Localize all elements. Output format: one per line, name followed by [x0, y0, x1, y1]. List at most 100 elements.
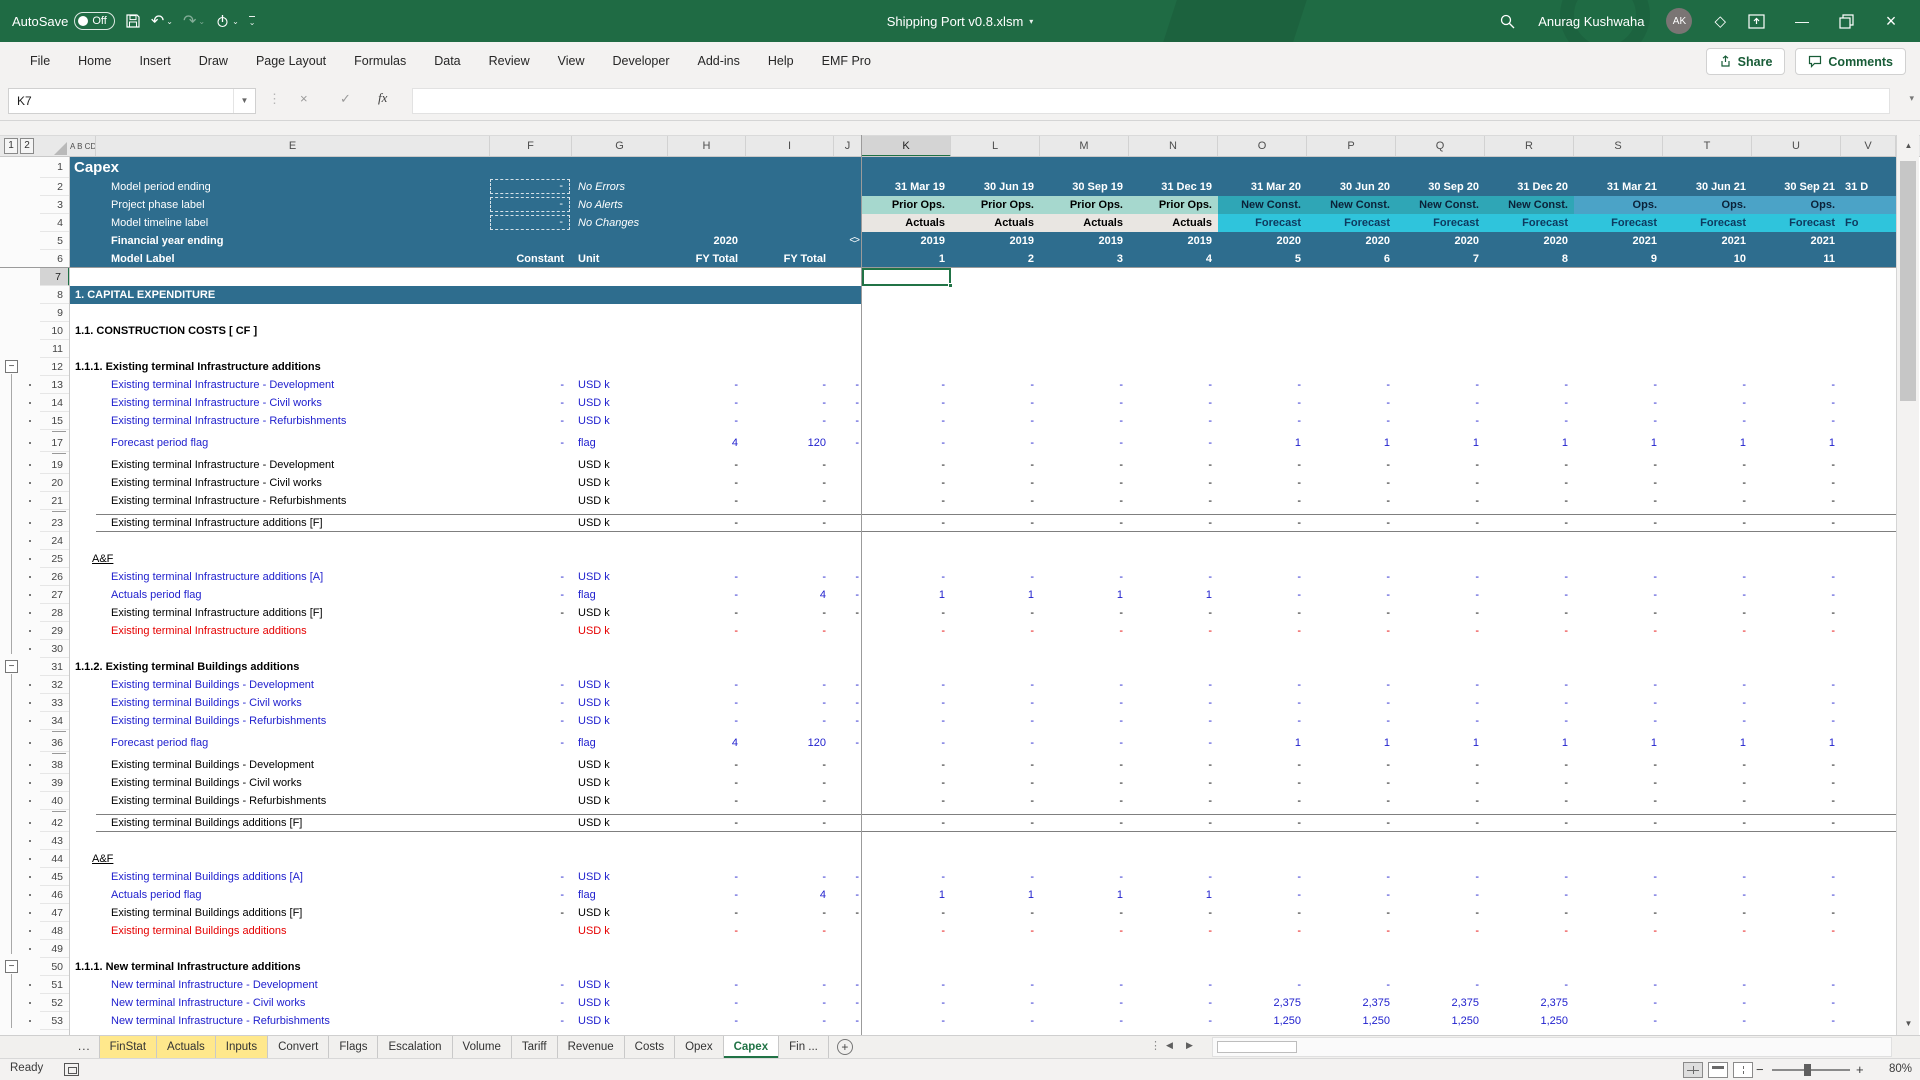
cell-P51[interactable]: -	[1307, 976, 1396, 994]
cell-U13[interactable]: -	[1752, 376, 1841, 394]
cell-T27[interactable]: -	[1663, 586, 1752, 604]
cell-M47[interactable]: -	[1040, 904, 1129, 922]
cell-T36[interactable]: 1	[1663, 734, 1752, 752]
cell-T28[interactable]: -	[1663, 604, 1752, 622]
cell-O3[interactable]: New Const.	[1218, 196, 1307, 214]
cell-M20[interactable]: -	[1040, 474, 1129, 492]
cell-Q46[interactable]: -	[1396, 886, 1485, 904]
cell-H42[interactable]: -	[668, 814, 746, 832]
row-number-13[interactable]: 13	[40, 376, 70, 394]
cell-U28[interactable]: -	[1752, 604, 1841, 622]
cell-U32[interactable]: -	[1752, 676, 1841, 694]
cell-K36[interactable]: -	[862, 734, 951, 752]
cell-F17[interactable]: -	[490, 434, 572, 452]
close-button[interactable]: ×	[1876, 11, 1906, 32]
cell-T40[interactable]: -	[1663, 792, 1752, 810]
cell-N15[interactable]: -	[1129, 412, 1218, 430]
cell-O21[interactable]: -	[1218, 492, 1307, 510]
cell-P45[interactable]: -	[1307, 868, 1396, 886]
cell-I52[interactable]: -	[746, 994, 834, 1012]
cell-S15[interactable]: -	[1574, 412, 1663, 430]
cell-L52[interactable]: -	[951, 994, 1040, 1012]
sheet-tab-finstat[interactable]: FinStat	[100, 1036, 157, 1058]
row-number-25[interactable]: 25	[40, 550, 70, 568]
cell-T52[interactable]: -	[1663, 994, 1752, 1012]
sheet-tab-costs[interactable]: Costs	[625, 1036, 675, 1058]
cell-N32[interactable]: -	[1129, 676, 1218, 694]
cell-P26[interactable]: -	[1307, 568, 1396, 586]
cell-Q15[interactable]: -	[1396, 412, 1485, 430]
row-number-24[interactable]: 24	[40, 532, 70, 550]
cell-Q47[interactable]: -	[1396, 904, 1485, 922]
insert-function-icon[interactable]: fx	[378, 90, 387, 106]
cell-F33[interactable]: -	[490, 694, 572, 712]
cell-R51[interactable]: -	[1485, 976, 1574, 994]
cell-L53[interactable]: -	[951, 1012, 1040, 1030]
cell-I17[interactable]: 120	[746, 434, 834, 452]
cell-H33[interactable]: -	[668, 694, 746, 712]
cell-M33[interactable]: -	[1040, 694, 1129, 712]
cell-K53[interactable]: -	[862, 1012, 951, 1030]
cell-K14[interactable]: -	[862, 394, 951, 412]
cell-H15[interactable]: -	[668, 412, 746, 430]
cell-O36[interactable]: 1	[1218, 734, 1307, 752]
cell-O6[interactable]: 5	[1218, 250, 1307, 268]
sheet-tab-convert[interactable]: Convert	[268, 1036, 329, 1058]
col-header-J[interactable]: J	[834, 136, 862, 157]
name-box[interactable]: K7 ▼	[8, 88, 256, 114]
cell-U39[interactable]: -	[1752, 774, 1841, 792]
cell-T5[interactable]: 2021	[1663, 232, 1752, 250]
scroll-right-icon[interactable]: ▶	[1186, 1040, 1193, 1051]
cell-U36[interactable]: 1	[1752, 734, 1841, 752]
cell-I15[interactable]: -	[746, 412, 834, 430]
cell-H53[interactable]: -	[668, 1012, 746, 1030]
cell-K21[interactable]: -	[862, 492, 951, 510]
cell-Q4[interactable]: Forecast	[1396, 214, 1485, 232]
cell-M40[interactable]: -	[1040, 792, 1129, 810]
cell-S26[interactable]: -	[1574, 568, 1663, 586]
cell-S13[interactable]: -	[1574, 376, 1663, 394]
cell-P6[interactable]: 6	[1307, 250, 1396, 268]
cell-G38[interactable]: USD k	[578, 756, 658, 774]
sheet-tab-tariff[interactable]: Tariff	[512, 1036, 558, 1058]
cell-R39[interactable]: -	[1485, 774, 1574, 792]
cell-L23[interactable]: -	[951, 514, 1040, 532]
col-header-H[interactable]: H	[668, 136, 746, 157]
cell-P36[interactable]: 1	[1307, 734, 1396, 752]
cell-P14[interactable]: -	[1307, 394, 1396, 412]
row-number-44[interactable]: 44	[40, 850, 70, 868]
row-number-33[interactable]: 33	[40, 694, 70, 712]
cell-U34[interactable]: -	[1752, 712, 1841, 730]
cell-P27[interactable]: -	[1307, 586, 1396, 604]
cell-L19[interactable]: -	[951, 456, 1040, 474]
cell-L51[interactable]: -	[951, 976, 1040, 994]
row-number-42[interactable]: 42	[40, 814, 70, 832]
cell-H46[interactable]: -	[668, 886, 746, 904]
cell-G42[interactable]: USD k	[578, 814, 658, 832]
cell-J45[interactable]: -	[834, 868, 862, 886]
cell-H34[interactable]: -	[668, 712, 746, 730]
cell-M13[interactable]: -	[1040, 376, 1129, 394]
horizontal-scrollbar-thumb[interactable]	[1217, 1041, 1297, 1053]
cell-S38[interactable]: -	[1574, 756, 1663, 774]
cell-M46[interactable]: 1	[1040, 886, 1129, 904]
menu-tab-insert[interactable]: Insert	[126, 42, 185, 81]
cell-G34[interactable]: USD k	[578, 712, 658, 730]
cell-T14[interactable]: -	[1663, 394, 1752, 412]
cell-U19[interactable]: -	[1752, 456, 1841, 474]
cell-Q53[interactable]: 1,250	[1396, 1012, 1485, 1030]
zoom-percent[interactable]: 80%	[1874, 1063, 1912, 1075]
cell-S47[interactable]: -	[1574, 904, 1663, 922]
cell-M5[interactable]: 2019	[1040, 232, 1129, 250]
zoom-slider[interactable]	[1772, 1069, 1850, 1071]
cell-O51[interactable]: -	[1218, 976, 1307, 994]
zoom-slider-handle[interactable]	[1804, 1064, 1811, 1076]
cell-N48[interactable]: -	[1129, 922, 1218, 940]
cell-H27[interactable]: -	[668, 586, 746, 604]
cell-O48[interactable]: -	[1218, 922, 1307, 940]
cell-T15[interactable]: -	[1663, 412, 1752, 430]
row-number-1[interactable]: 1	[40, 157, 70, 178]
cell-T23[interactable]: -	[1663, 514, 1752, 532]
user-name[interactable]: Anurag Kushwaha	[1538, 14, 1644, 29]
cell-G15[interactable]: USD k	[578, 412, 658, 430]
